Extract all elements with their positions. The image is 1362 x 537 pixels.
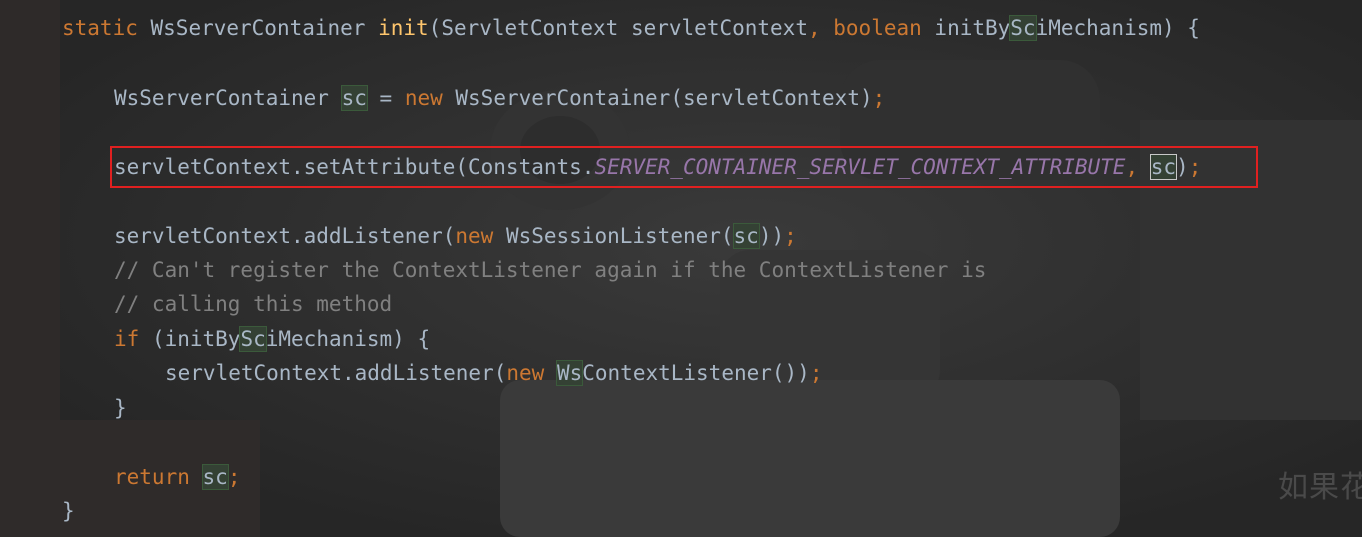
code-token: } [114, 396, 127, 420]
code-token: ; [784, 224, 797, 248]
code-token: // calling this method [114, 292, 393, 316]
code-line-11[interactable]: } [62, 494, 75, 528]
red-highlight-box [110, 146, 1258, 188]
highlighted-identifier: Ws [555, 360, 584, 386]
code-token: iMechanism) { [1035, 16, 1200, 40]
code-token: (ServletContext servletContext [428, 16, 808, 40]
highlighted-identifier: sc [340, 85, 368, 111]
code-token: ContextListener()) [582, 361, 810, 385]
code-token: , [807, 16, 834, 40]
code-token: initBy [934, 16, 1011, 40]
code-token: )) [758, 224, 785, 248]
code-token: } [62, 499, 75, 523]
code-token: (initBy [151, 327, 241, 351]
code-token: = [366, 86, 405, 110]
code-token: return [114, 465, 203, 489]
code-token: WsServerContainer [114, 86, 342, 110]
code-token: WsServerContainer [150, 16, 379, 40]
code-line-6[interactable]: // calling this method [114, 287, 392, 321]
code-line-4[interactable]: servletContext.addListener(new WsSession… [114, 219, 797, 253]
code-token: servletContext.addListener( [165, 361, 507, 385]
code-token: static [62, 16, 151, 40]
code-token: new [455, 224, 506, 248]
code-line-2[interactable]: WsServerContainer sc = new WsServerConta… [114, 81, 885, 115]
code-line-10[interactable]: return sc; [114, 460, 240, 494]
code-line-8[interactable]: servletContext.addListener(new WsContext… [165, 356, 822, 390]
code-line-7[interactable]: if (initBySciMechanism) { [114, 322, 430, 356]
code-line-1[interactable]: static WsServerContainer init(ServletCon… [62, 11, 1200, 45]
code-token: init [378, 16, 429, 40]
code-token: ; [872, 86, 886, 110]
code-token: ; [227, 465, 241, 489]
code-token: new [404, 86, 456, 110]
highlighted-identifier: sc [201, 464, 229, 490]
code-token: if [114, 327, 152, 351]
highlighted-identifier: sc [732, 223, 760, 249]
code-token: // Can't register the ContextListener ag… [114, 258, 987, 282]
code-token: servletContext.addListener( [114, 224, 456, 248]
highlighted-identifier: Sc [239, 326, 267, 352]
code-token: iMechanism) { [265, 327, 431, 351]
code-token: WsSessionListener( [505, 224, 734, 248]
code-line-9[interactable]: } [114, 391, 127, 425]
code-token: ; [809, 361, 823, 385]
code-token: new [506, 361, 557, 385]
code-line-5[interactable]: // Can't register the ContextListener ag… [114, 253, 986, 287]
code-editor[interactable]: static WsServerContainer init(ServletCon… [0, 0, 1362, 537]
highlighted-identifier: Sc [1009, 15, 1037, 41]
code-token: boolean [833, 16, 935, 40]
code-token: WsServerContainer(servletContext) [455, 86, 873, 110]
